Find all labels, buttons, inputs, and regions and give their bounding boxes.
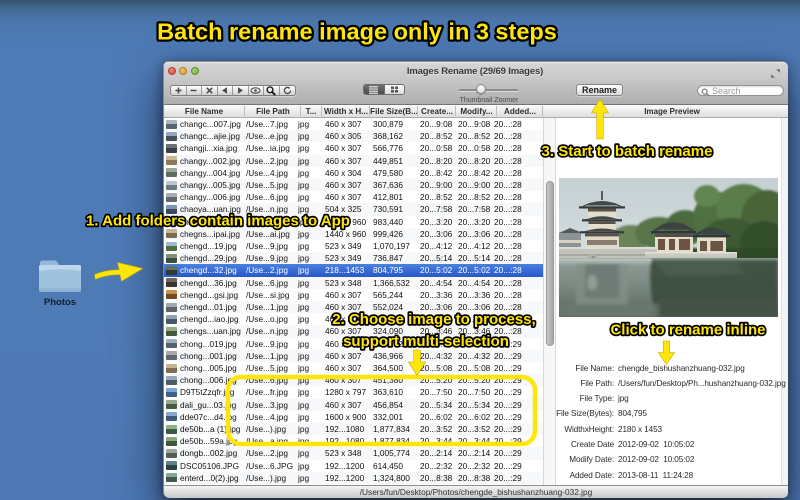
svg-text:Batch rename image only in 3 s: Batch rename image only in 3 steps bbox=[157, 19, 557, 45]
